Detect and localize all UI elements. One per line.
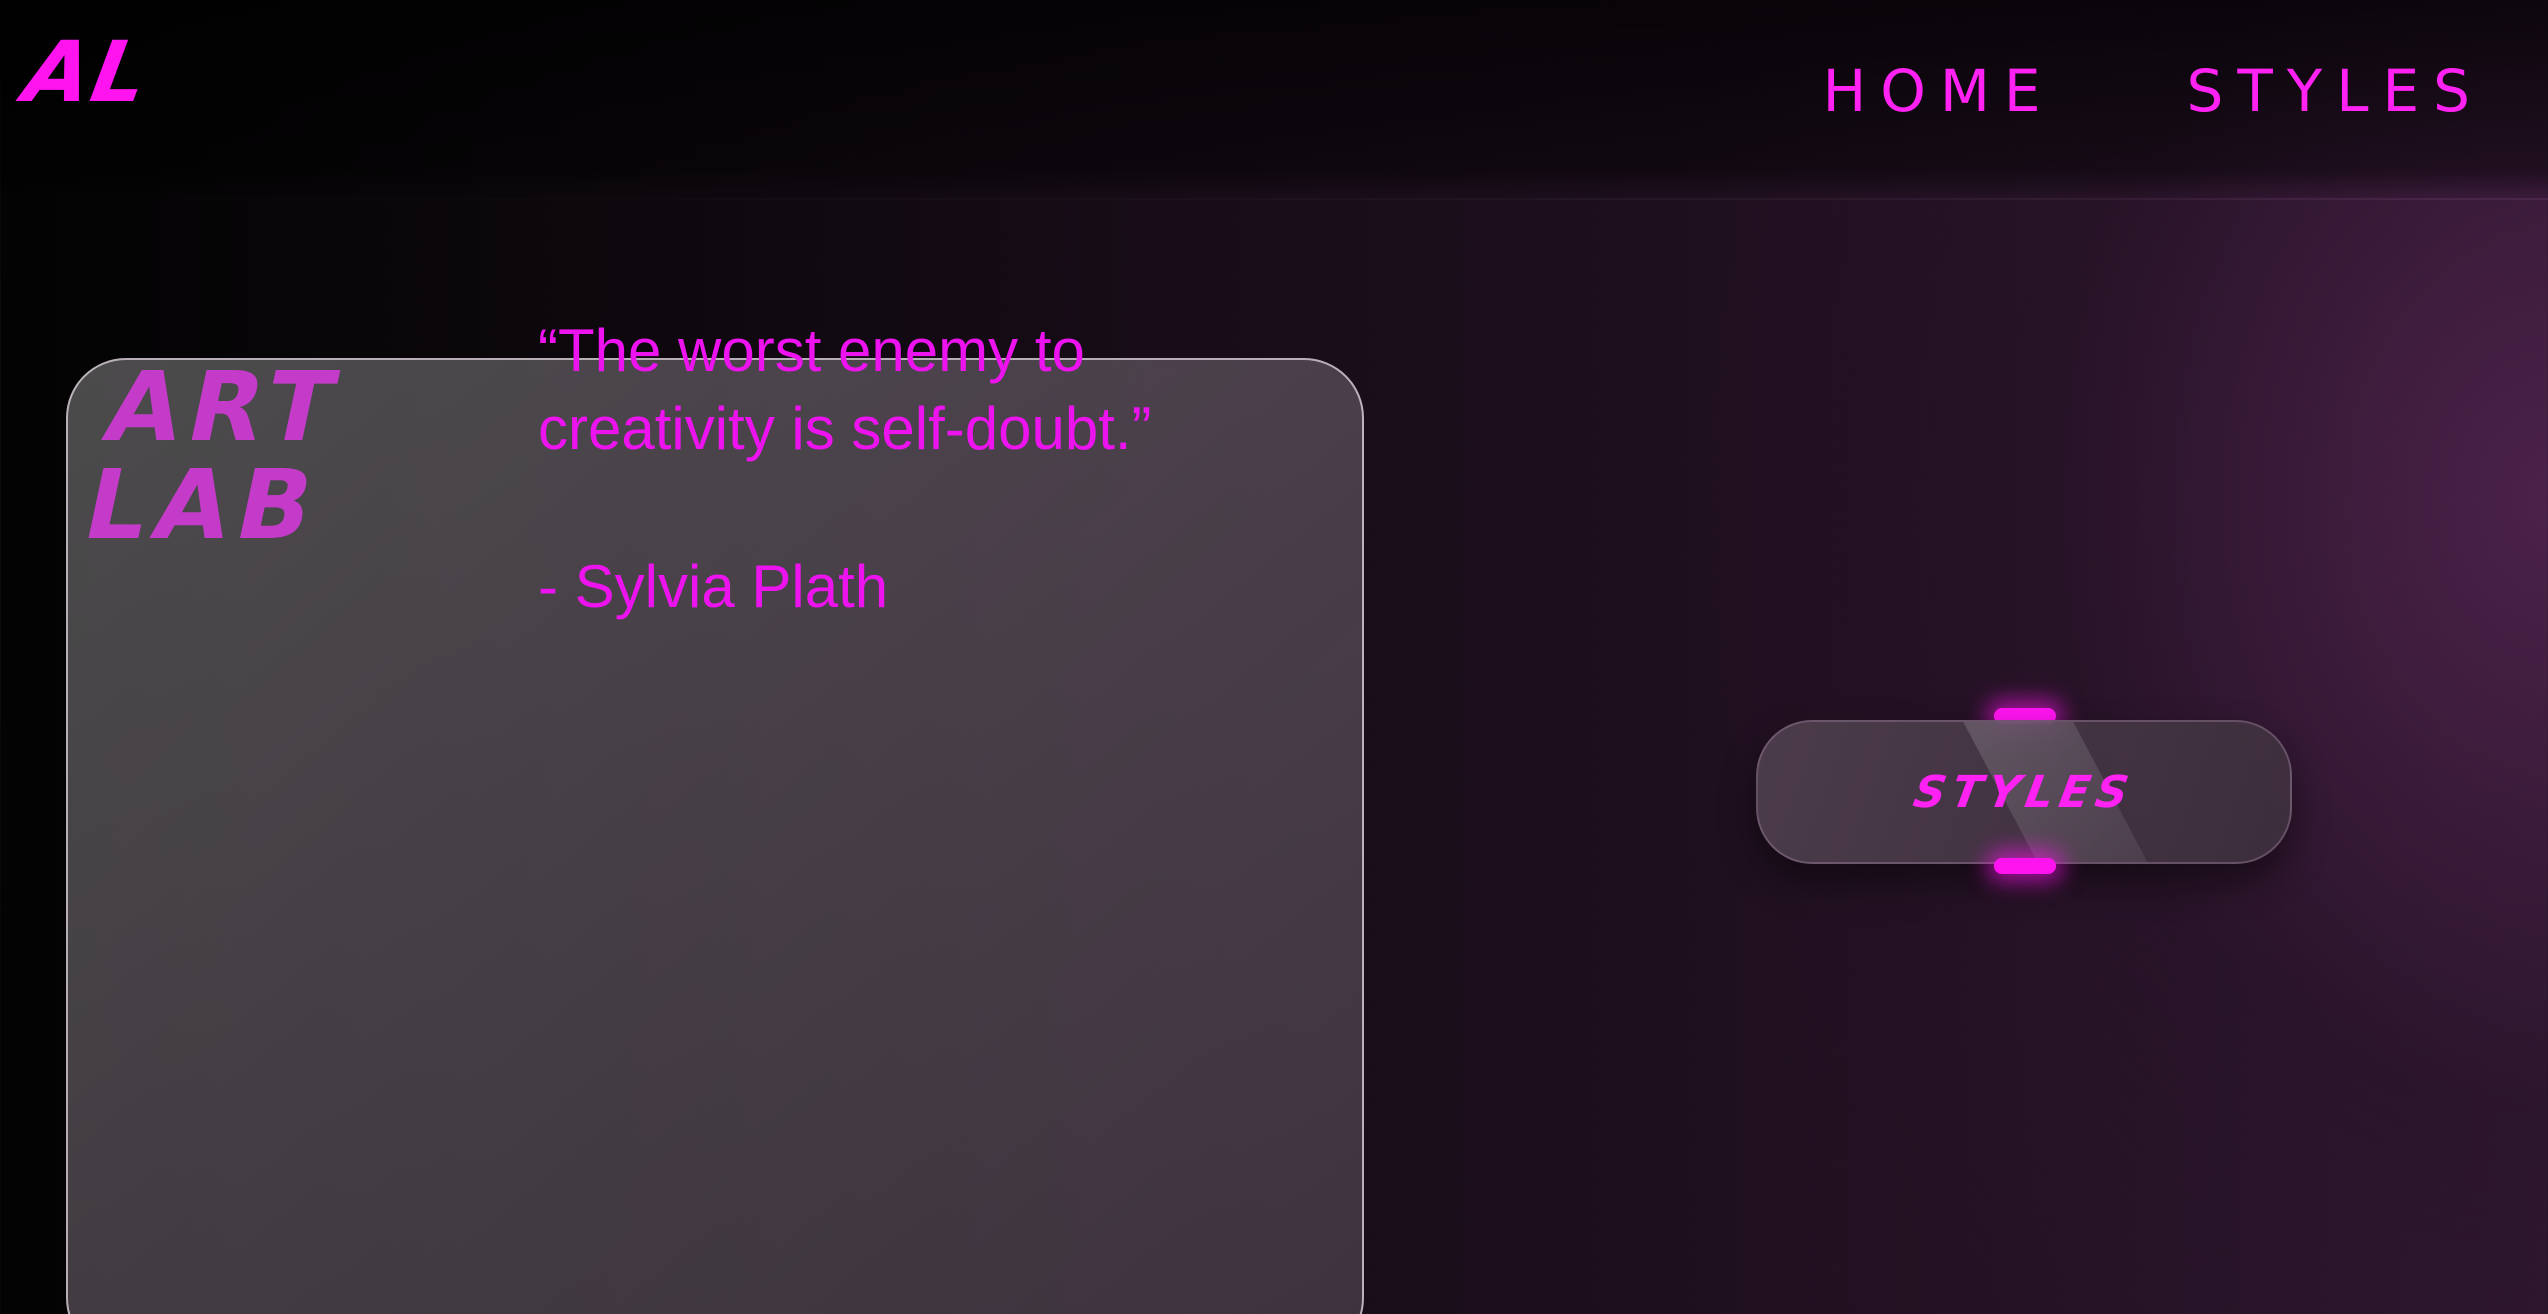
styles-button-label: STYLES: [1909, 766, 2139, 818]
button-glow-bottom: [1994, 858, 2056, 874]
header-divider: [0, 198, 2548, 200]
quote-text: “The worst enemy to creativity is self-d…: [538, 317, 1152, 462]
quote-author: - Sylvia Plath: [538, 553, 889, 620]
nav-styles-link[interactable]: STYLES: [2187, 62, 2484, 120]
nav-home-link[interactable]: HOME: [1823, 62, 2055, 120]
styles-button-wrapper: STYLES: [1756, 706, 2294, 874]
brand-line-art: ART: [95, 351, 353, 463]
site-logo[interactable]: AL: [17, 23, 157, 121]
art-lab-brand: ART LAB: [74, 351, 353, 561]
styles-button[interactable]: STYLES: [1756, 720, 2292, 864]
brand-line-lab: LAB: [74, 449, 332, 561]
main-nav: HOME STYLES: [1823, 62, 2484, 120]
